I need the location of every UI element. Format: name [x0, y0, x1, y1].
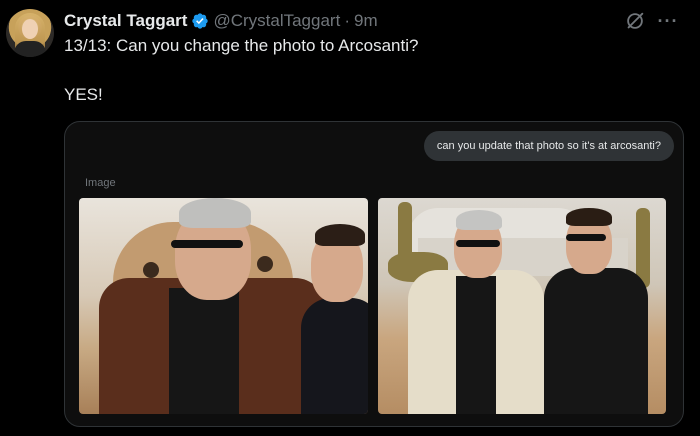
author-name[interactable]: Crystal Taggart [64, 11, 187, 31]
avatar-body [14, 41, 46, 57]
tweet-header: Crystal Taggart @CrystalTaggart · 9m [64, 9, 378, 33]
avatar-face [22, 19, 38, 39]
verified-badge-icon[interactable] [191, 12, 209, 30]
more-icon[interactable]: ··· [656, 10, 680, 32]
tweet-text-line-1: 13/13: Can you change the photo to Arcos… [64, 36, 419, 55]
image-label: Image [85, 177, 116, 189]
black-leather-jacket [544, 268, 648, 414]
grok-icon[interactable] [624, 10, 646, 32]
author-handle[interactable]: @CrystalTaggart [213, 11, 340, 31]
sunglasses [566, 234, 606, 241]
generated-image-1[interactable] [79, 198, 368, 414]
dark-hair [566, 208, 612, 226]
author-avatar[interactable] [6, 9, 54, 57]
dome-window [257, 256, 273, 272]
tweet-text-line-2: YES! [64, 85, 103, 104]
sunglasses [171, 240, 243, 248]
black-shirt [456, 276, 496, 414]
dome-window [143, 262, 159, 278]
black-shirt [169, 288, 239, 414]
separator-dot: · [344, 11, 350, 30]
generated-image-2[interactable] [378, 198, 666, 414]
gray-hair [179, 198, 251, 228]
dark-hair [315, 224, 365, 246]
gray-hair [456, 210, 502, 230]
tweet-timestamp[interactable]: 9m [354, 11, 378, 31]
prompt-bubble: can you update that photo so it's at arc… [423, 131, 674, 161]
media-card[interactable]: can you update that photo so it's at arc… [64, 121, 684, 427]
dark-suit [301, 298, 368, 414]
sunglasses [456, 240, 500, 247]
